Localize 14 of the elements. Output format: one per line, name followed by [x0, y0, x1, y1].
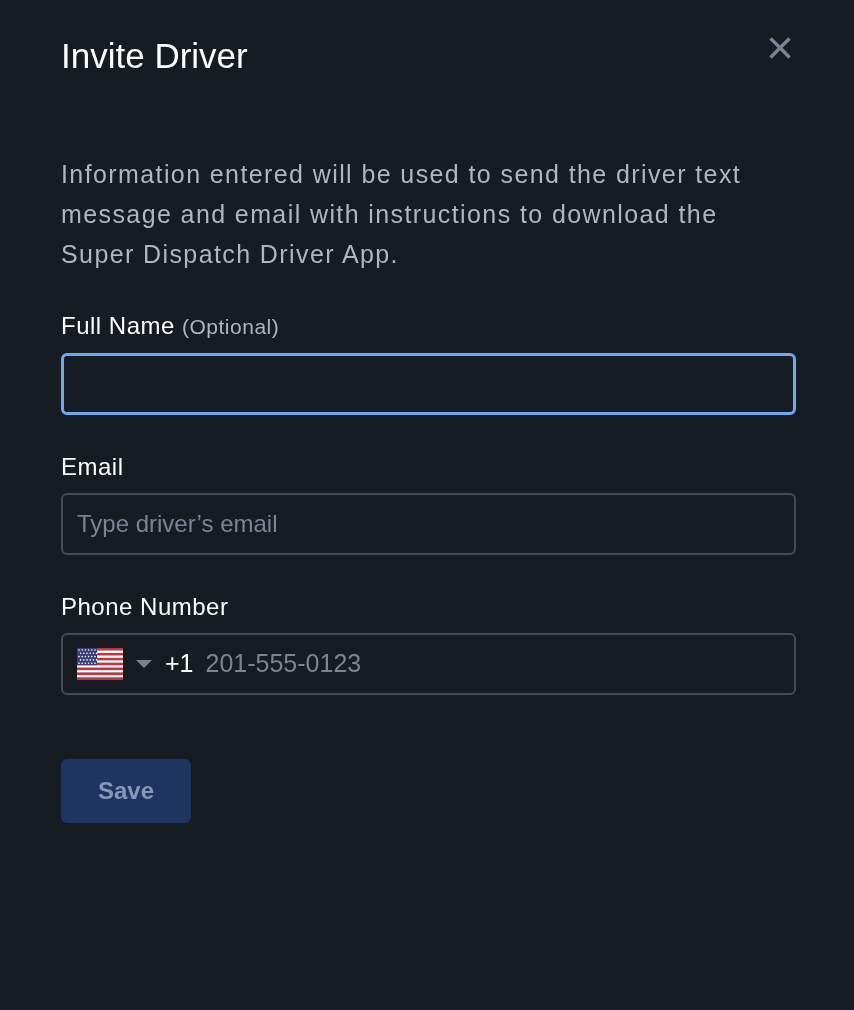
text-field[interactable]: Type driver’s email — [61, 493, 796, 555]
phone-field[interactable]: +1 201-555-0123 — [61, 633, 796, 695]
phone-number-input[interactable]: 201-555-0123 — [205, 645, 780, 683]
optional-hint: (Optional) — [182, 315, 280, 338]
dialog-description: Information entered will be used to send the driver text message and email with instructions to download the Super Dispatch Driver App. — [61, 159, 743, 270]
country-code: +1 — [165, 648, 194, 680]
us-flag-icon — [77, 648, 123, 680]
caret-icon[interactable] — [135, 659, 153, 669]
text-field[interactable] — [61, 353, 796, 415]
close-button[interactable]: × — [763, 24, 796, 72]
dialog-title: Invite Driver — [61, 35, 248, 77]
field-label: Email — [61, 453, 124, 480]
field-label: Full Name — [61, 312, 175, 339]
field-label: Phone Number — [61, 593, 229, 620]
